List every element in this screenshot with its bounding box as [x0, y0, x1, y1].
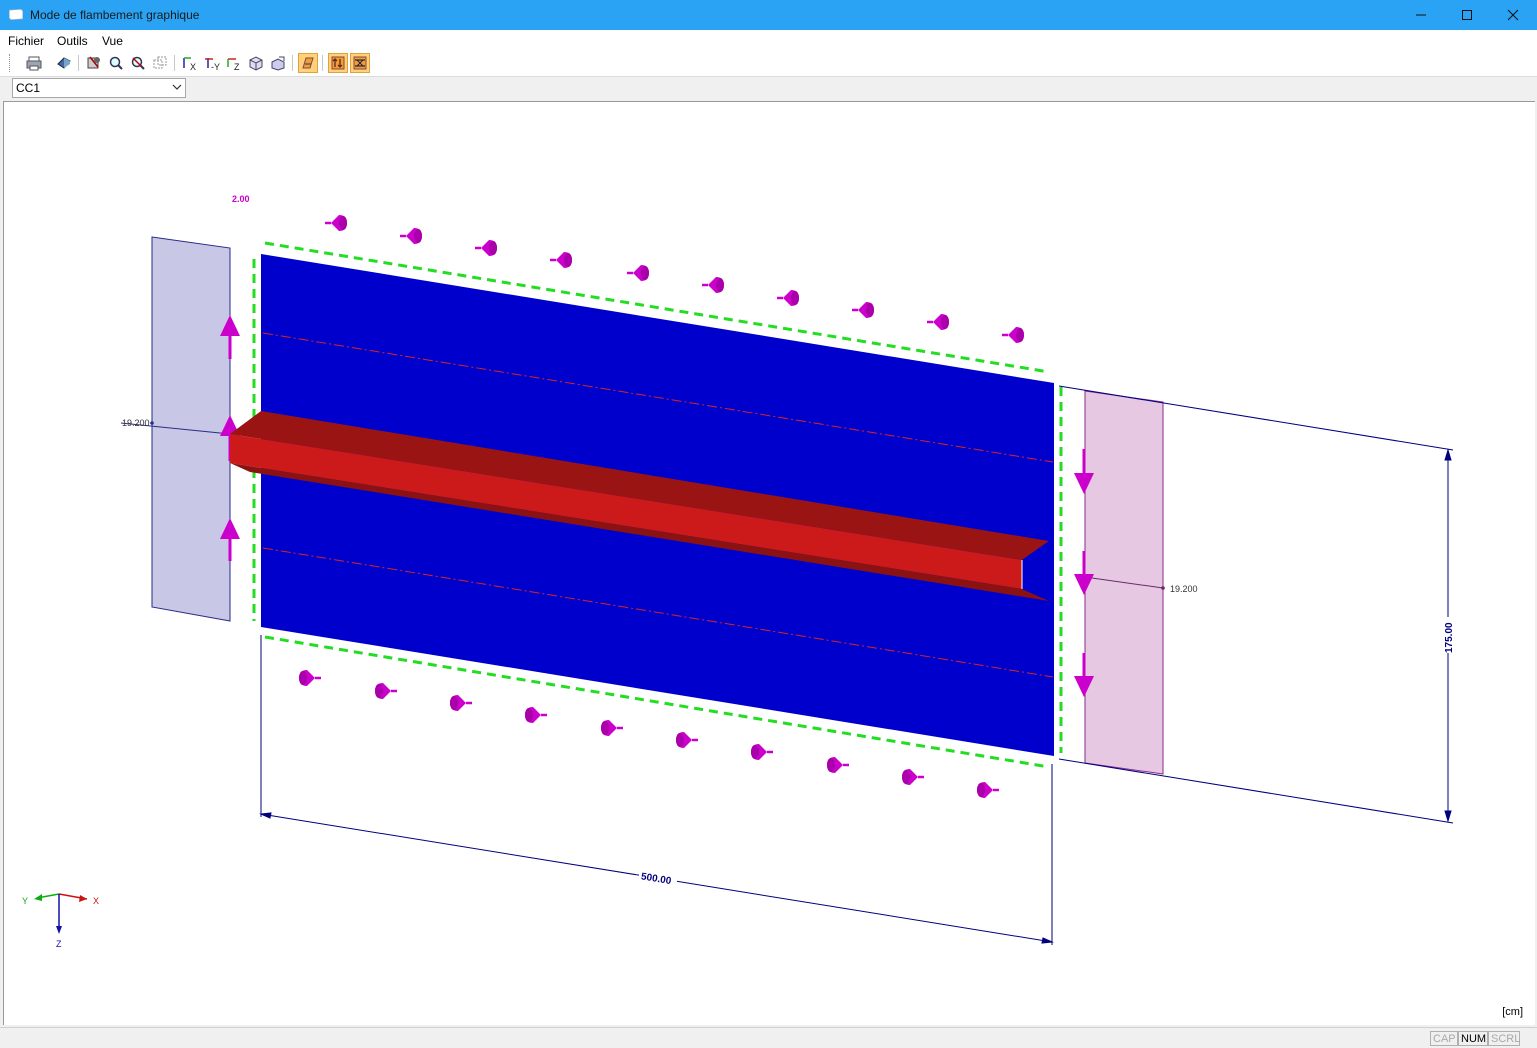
dimension-icon — [353, 56, 367, 70]
toolbar-separator — [322, 55, 323, 71]
toolbar: X -Y Z — [0, 50, 1537, 77]
close-button[interactable] — [1490, 0, 1536, 30]
axes-triad — [34, 893, 88, 934]
chevron-down-icon — [172, 84, 182, 90]
load-display-icon — [331, 56, 345, 70]
view-z-button[interactable]: Z — [224, 53, 244, 73]
load-value: 2.00 — [232, 194, 250, 204]
status-num: NUM — [1458, 1031, 1488, 1046]
export-button[interactable] — [54, 53, 74, 73]
svg-text:X: X — [190, 62, 196, 71]
load-display-button[interactable] — [328, 53, 348, 73]
axis-x-label: X — [93, 896, 99, 906]
toolbar-separator — [292, 55, 293, 71]
view-y-icon: -Y — [205, 58, 220, 71]
model-view[interactable]: 19.200 19.200 2.00 500.00 175.00 X Y Z — [4, 102, 1535, 1025]
select-all-icon — [87, 56, 100, 69]
print-icon — [26, 56, 42, 71]
view-3d-icon — [153, 56, 167, 69]
right-stress-diagram — [1084, 390, 1165, 775]
graphic-canvas[interactable]: 19.200 19.200 2.00 500.00 175.00 X Y Z — [3, 101, 1535, 1025]
status-scrl: SCRL — [1488, 1031, 1520, 1046]
load-case-bar: CC1 — [0, 77, 1537, 99]
minimize-button[interactable] — [1398, 0, 1444, 30]
menu-fichier[interactable]: Fichier — [8, 34, 44, 48]
toolbar-separator — [78, 55, 79, 71]
select-all-button[interactable] — [84, 53, 104, 73]
status-cap: CAP — [1430, 1031, 1458, 1046]
minimize-icon — [1416, 14, 1426, 16]
window-title: Mode de flambement graphique — [30, 8, 200, 22]
svg-text:-Y: -Y — [211, 62, 220, 71]
zoom-button[interactable] — [106, 53, 126, 73]
view-iso-icon — [249, 56, 263, 71]
axis-z-label: Z — [56, 939, 62, 949]
height-dimension-value: 175.00 — [1444, 622, 1455, 653]
zoom-reset-icon — [131, 56, 145, 70]
display-button[interactable] — [298, 53, 318, 73]
dimension-button[interactable] — [350, 53, 370, 73]
zoom-icon — [109, 56, 123, 70]
right-stress-value: 19.200 — [1170, 584, 1198, 594]
view-iso-button[interactable] — [246, 53, 266, 73]
view-rotate-icon — [271, 56, 285, 71]
left-stress-diagram — [120, 236, 231, 622]
toolbar-separator — [174, 55, 175, 71]
view-x-button[interactable]: X — [180, 53, 200, 73]
menu-outils[interactable]: Outils — [57, 34, 88, 48]
zoom-reset-button[interactable] — [128, 53, 148, 73]
axis-y-label: Y — [22, 896, 28, 906]
status-bar: CAP NUM SCRL — [0, 1027, 1537, 1048]
view-x-icon: X — [183, 57, 196, 71]
maximize-icon — [1462, 10, 1472, 20]
export-icon — [57, 57, 71, 69]
units-label: [cm] — [1502, 1006, 1523, 1018]
close-icon — [1507, 9, 1519, 21]
view-rotate-button[interactable] — [268, 53, 288, 73]
display-icon — [302, 57, 314, 69]
view-3d-button[interactable] — [150, 53, 170, 73]
svg-text:Z: Z — [234, 62, 240, 71]
toolbar-grip — [9, 54, 12, 72]
view-z-icon: Z — [227, 58, 240, 71]
maximize-button[interactable] — [1444, 0, 1490, 30]
app-icon — [9, 9, 23, 20]
menu-bar: Fichier Outils Vue — [0, 30, 1537, 50]
title-bar: Mode de flambement graphique — [0, 0, 1537, 30]
menu-vue[interactable]: Vue — [102, 34, 123, 48]
load-case-select[interactable]: CC1 — [12, 78, 186, 98]
left-stress-value: 19.200 — [122, 418, 150, 428]
view-y-button[interactable]: -Y — [202, 53, 222, 73]
load-case-value: CC1 — [16, 81, 41, 95]
print-button[interactable] — [24, 53, 44, 73]
